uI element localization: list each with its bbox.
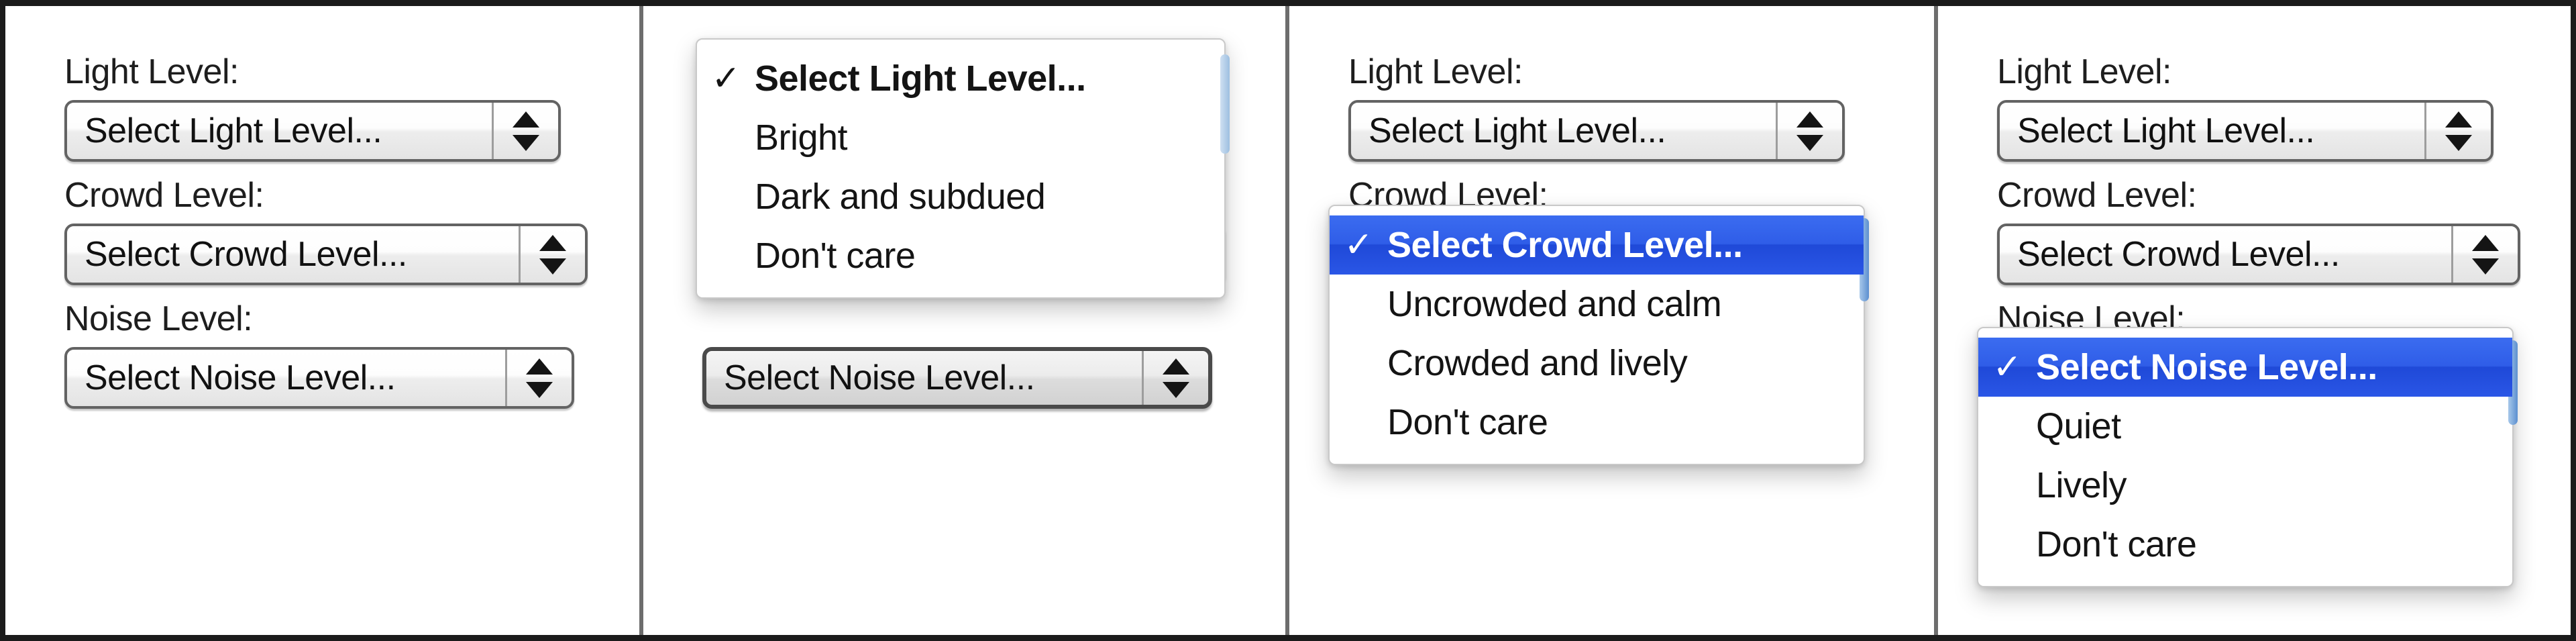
arrow-up-icon bbox=[2445, 111, 2472, 128]
stepper-arrows-icon[interactable] bbox=[505, 350, 572, 406]
menu-item-label: Dark and subdued bbox=[755, 177, 1046, 217]
arrow-down-icon bbox=[513, 134, 539, 151]
stepper-arrows-icon[interactable] bbox=[519, 226, 585, 283]
arrow-down-icon bbox=[539, 258, 566, 275]
checkmark-icon: ✓ bbox=[1344, 226, 1373, 264]
arrow-up-icon bbox=[2472, 234, 2499, 251]
menu-item-dont-care[interactable]: Don't care bbox=[1330, 393, 1864, 452]
arrow-up-icon bbox=[513, 111, 539, 128]
arrow-down-icon bbox=[1163, 381, 1189, 398]
menu-item-uncrowded-and-calm[interactable]: Uncrowded and calm bbox=[1330, 275, 1864, 334]
noise-level-popup-value: Select Noise Level... bbox=[724, 358, 1035, 397]
light-level-dropdown-menu[interactable]: ✓ Select Light Level... Bright Dark and … bbox=[696, 38, 1230, 299]
menu-item-label: Lively bbox=[2036, 465, 2127, 505]
menu-item-label: Quiet bbox=[2036, 406, 2121, 446]
light-level-popup-value: Select Light Level... bbox=[1368, 111, 1666, 150]
noise-level-label: Noise Level: bbox=[64, 299, 253, 338]
light-level-label: Light Level: bbox=[64, 52, 239, 91]
menu-item-dont-care[interactable]: Don't care bbox=[697, 226, 1224, 285]
menu-item-lively[interactable]: Lively bbox=[1978, 456, 2512, 515]
screenshot-figure: Light Level: Select Light Level... Crowd… bbox=[0, 0, 2576, 641]
panel-all-closed: Light Level: Select Light Level... Crowd… bbox=[5, 6, 636, 635]
menu-item-label: Don't care bbox=[1387, 402, 1548, 442]
panel-crowd-menu-open: Light Level: Select Light Level... Crowd… bbox=[1289, 6, 1934, 635]
arrow-up-icon bbox=[539, 234, 566, 251]
light-level-label: Light Level: bbox=[1997, 52, 2171, 91]
menu-item-crowded-and-lively[interactable]: Crowded and lively bbox=[1330, 334, 1864, 393]
menu-item-dark-and-subdued[interactable]: Dark and subdued bbox=[697, 167, 1224, 226]
menu-item-label: Select Light Level... bbox=[755, 58, 1086, 99]
menu-item-bright[interactable]: Bright bbox=[697, 108, 1224, 167]
menu-item-label: Select Noise Level... bbox=[2036, 347, 2377, 387]
checkmark-icon: ✓ bbox=[1992, 348, 2022, 387]
stepper-arrows-icon[interactable] bbox=[2451, 226, 2518, 283]
arrow-up-icon bbox=[1796, 111, 1823, 128]
arrow-up-icon bbox=[526, 358, 553, 375]
light-level-popup-button[interactable]: Select Light Level... bbox=[64, 100, 561, 162]
crowd-level-label: Crowd Level: bbox=[1997, 176, 2197, 215]
menu-item-select-light-level[interactable]: ✓ Select Light Level... bbox=[697, 49, 1224, 108]
light-level-popup-value: Select Light Level... bbox=[85, 111, 382, 150]
light-level-popup-value: Select Light Level... bbox=[2017, 111, 2315, 150]
arrow-down-icon bbox=[2445, 134, 2472, 151]
crowd-level-popup-button[interactable]: Select Crowd Level... bbox=[64, 224, 588, 285]
menu-item-label: Uncrowded and calm bbox=[1387, 284, 1722, 324]
noise-level-dropdown-menu[interactable]: ✓ Select Noise Level... Quiet Lively Don… bbox=[1977, 327, 2518, 587]
crowd-level-dropdown-menu[interactable]: ✓ Select Crowd Level... Uncrowded and ca… bbox=[1328, 205, 1869, 465]
menu-item-label: Crowded and lively bbox=[1387, 343, 1688, 383]
menu-item-select-noise-level[interactable]: ✓ Select Noise Level... bbox=[1978, 338, 2512, 397]
arrow-up-icon bbox=[1163, 358, 1189, 375]
menu-item-dont-care[interactable]: Don't care bbox=[1978, 515, 2512, 574]
menu-item-label: Don't care bbox=[2036, 524, 2197, 564]
menu-item-quiet[interactable]: Quiet bbox=[1978, 397, 2512, 456]
arrow-down-icon bbox=[526, 381, 553, 398]
light-level-label: Light Level: bbox=[1348, 52, 1523, 91]
noise-level-popup-button[interactable]: Select Noise Level... bbox=[702, 347, 1212, 409]
stepper-arrows-icon[interactable] bbox=[1776, 103, 1842, 159]
stepper-arrows-icon[interactable] bbox=[1142, 351, 1208, 405]
crowd-level-popup-value: Select Crowd Level... bbox=[2017, 235, 2340, 274]
menu-item-label: Don't care bbox=[755, 236, 916, 276]
light-level-popup-button[interactable]: Select Light Level... bbox=[1348, 100, 1845, 162]
crowd-level-popup-value: Select Crowd Level... bbox=[85, 235, 407, 274]
noise-level-popup-value: Select Noise Level... bbox=[85, 358, 396, 397]
crowd-level-popup-button[interactable]: Select Crowd Level... bbox=[1997, 224, 2520, 285]
arrow-down-icon bbox=[1796, 134, 1823, 151]
panel-light-menu-open: Light Level: Select Crowd Level... Selec… bbox=[643, 6, 1285, 635]
checkmark-icon: ✓ bbox=[711, 59, 741, 98]
noise-level-popup-button[interactable]: Select Noise Level... bbox=[64, 347, 574, 409]
panel-noise-menu-open: Light Level: Select Light Level... Crowd… bbox=[1938, 6, 2576, 635]
menu-item-label: Bright bbox=[755, 117, 848, 158]
light-level-popup-button[interactable]: Select Light Level... bbox=[1997, 100, 2493, 162]
menu-item-label: Select Crowd Level... bbox=[1387, 225, 1743, 265]
stepper-arrows-icon[interactable] bbox=[492, 103, 558, 159]
menu-item-select-crowd-level[interactable]: ✓ Select Crowd Level... bbox=[1330, 215, 1864, 275]
arrow-down-icon bbox=[2472, 258, 2499, 275]
stepper-arrows-icon[interactable] bbox=[2424, 103, 2491, 159]
crowd-level-label: Crowd Level: bbox=[64, 176, 264, 215]
